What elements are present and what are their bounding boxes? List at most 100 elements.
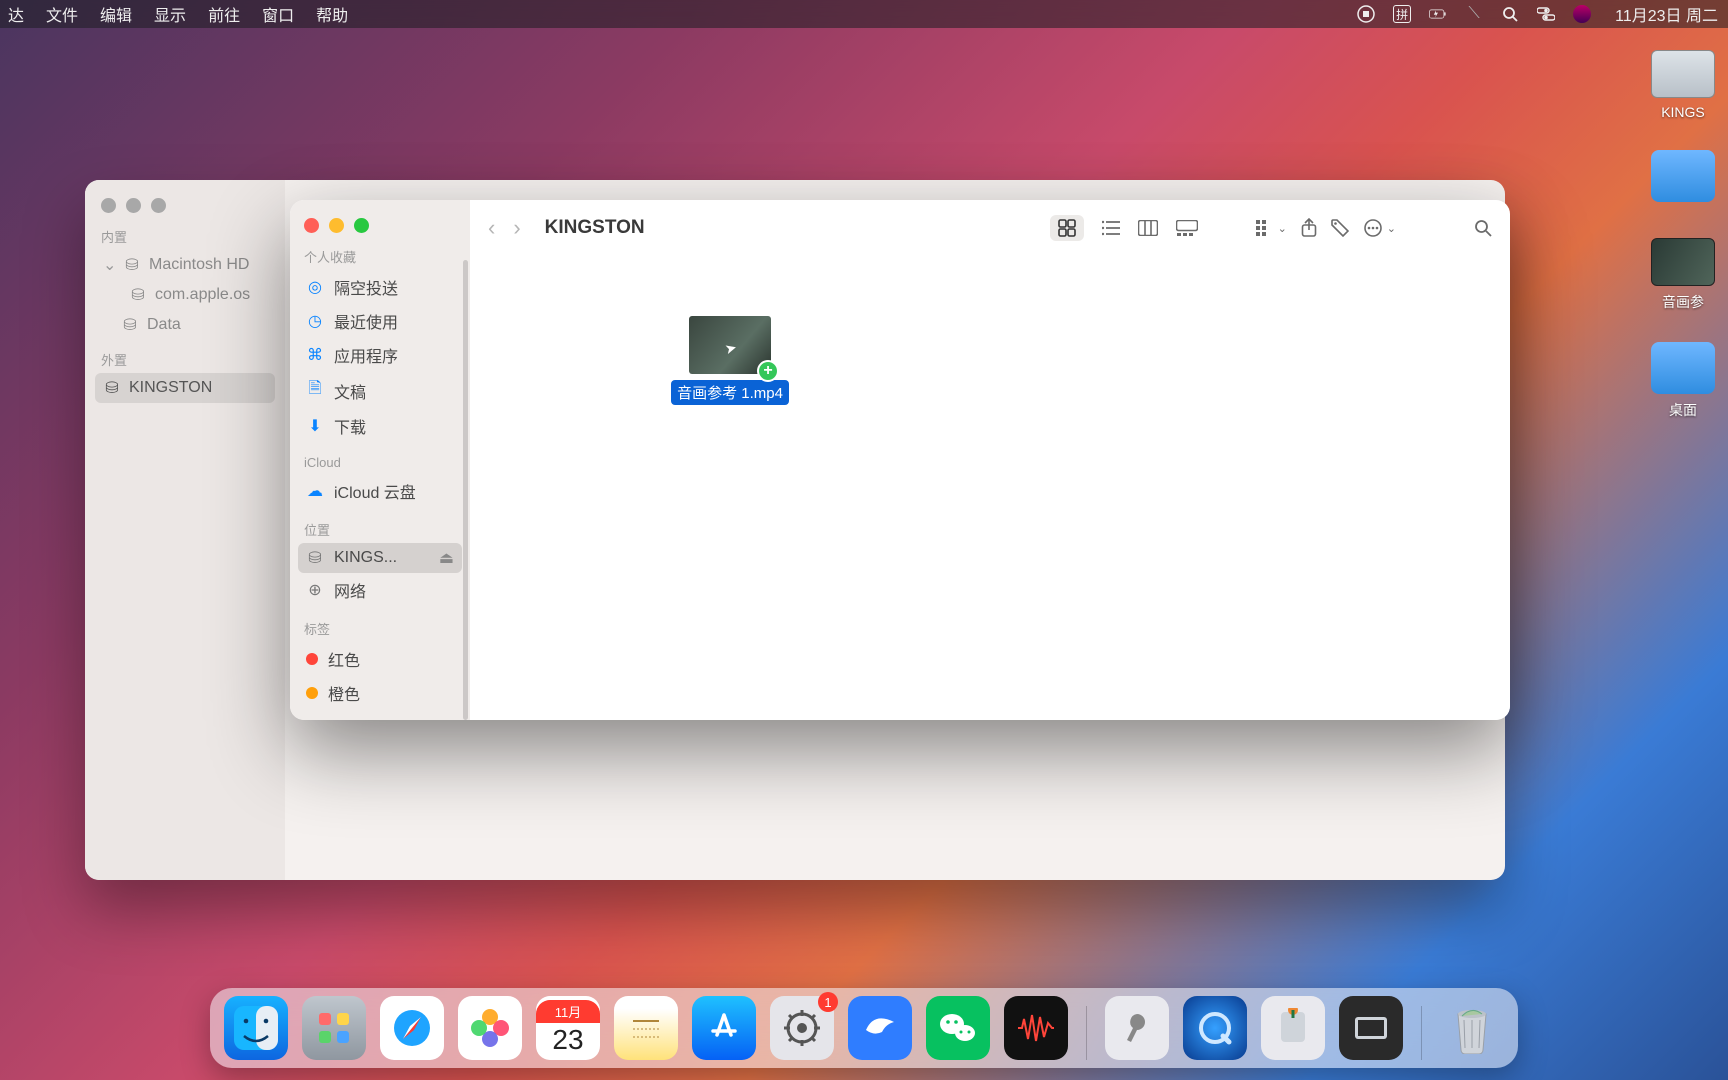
back-sidebar: 内置 ⌄⛁Macintosh HD ⛁com.apple.os ⛁Data 外置… (85, 180, 285, 880)
back-item-kingston[interactable]: ⛁KINGSTON (95, 373, 275, 403)
nav-back-button[interactable]: ‹ (488, 215, 495, 241)
back-item-comapple[interactable]: ⛁com.apple.os (95, 280, 275, 310)
back-section-external: 外置 (101, 350, 275, 369)
dock-settings[interactable]: 1 (770, 996, 834, 1060)
section-tags: 标签 (304, 619, 462, 638)
nav-forward-button[interactable]: › (513, 215, 520, 241)
dock: 11月 23 1 (210, 988, 1518, 1068)
dock-quicktime[interactable] (1183, 996, 1247, 1060)
section-icloud: iCloud (304, 455, 462, 470)
back-section-internal: 内置 (101, 227, 275, 246)
menu-file[interactable]: 文件 (46, 2, 78, 26)
battery-icon[interactable] (1429, 5, 1447, 23)
front-traffic-lights (304, 218, 462, 233)
share-button[interactable] (1301, 218, 1317, 238)
bluetooth-off-icon[interactable]: ⟍ (1465, 5, 1483, 23)
back-zoom-button[interactable] (151, 198, 166, 213)
finder-window-front[interactable]: 个人收藏 ◎隔空投送 ◷最近使用 ⌘应用程序 🗎文稿 ⬇下载 iCloud ☁i… (290, 200, 1510, 720)
desktop-folder-1[interactable] (1643, 150, 1723, 208)
view-switcher (1050, 215, 1198, 241)
sidebar-downloads[interactable]: ⬇下载 (298, 409, 462, 443)
sidebar-icloud-drive[interactable]: ☁iCloud 云盘 (298, 474, 462, 508)
menu-go[interactable]: 前往 (208, 2, 240, 26)
view-icons-button[interactable] (1050, 215, 1084, 241)
file-area[interactable]: ➤ + 音画参考 1.mp4 (470, 256, 1510, 720)
dock-app-util[interactable] (1105, 996, 1169, 1060)
sidebar-documents[interactable]: 🗎文稿 (298, 372, 462, 409)
zoom-button[interactable] (354, 218, 369, 233)
close-button[interactable] (304, 218, 319, 233)
dock-appstore[interactable] (692, 996, 756, 1060)
view-columns-button[interactable] (1138, 220, 1158, 236)
disk-icon: ⛁ (123, 255, 141, 275)
disk-icon: ⛁ (103, 378, 121, 398)
control-center-icon[interactable] (1537, 5, 1555, 23)
disk-icon: ⛁ (121, 315, 139, 335)
dock-photos[interactable] (458, 996, 522, 1060)
clock-icon: ◷ (306, 311, 324, 331)
back-item-data[interactable]: ⛁Data (95, 310, 275, 340)
dock-separator-2 (1421, 1006, 1422, 1060)
dock-calendar[interactable]: 11月 23 (536, 996, 600, 1060)
network-icon: ⊕ (306, 580, 324, 600)
back-minimize-button[interactable] (126, 198, 141, 213)
sidebar-tag-red[interactable]: 红色 (298, 642, 462, 676)
sidebar-network[interactable]: ⊕网络 (298, 573, 462, 607)
desktop-folder-2[interactable]: 桌面 (1643, 342, 1723, 420)
dock-feishu[interactable] (848, 996, 912, 1060)
desktop-drive-label: KINGS (1643, 104, 1723, 120)
desktop-video[interactable]: 音画参 (1643, 238, 1723, 312)
sidebar-recents[interactable]: ◷最近使用 (298, 304, 462, 338)
front-sidebar: 个人收藏 ◎隔空投送 ◷最近使用 ⌘应用程序 🗎文稿 ⬇下载 iCloud ☁i… (290, 200, 470, 720)
sidebar-kingston[interactable]: ⛁KINGS...⏏ (298, 543, 462, 573)
menubar-datetime[interactable]: 11月23日 周二 (1615, 2, 1718, 26)
back-traffic-lights (101, 198, 275, 213)
dock-wechat[interactable] (926, 996, 990, 1060)
menu-edit[interactable]: 编辑 (100, 2, 132, 26)
app-menu[interactable]: 达 (8, 2, 24, 26)
dock-notes[interactable] (614, 996, 678, 1060)
dock-safari[interactable] (380, 996, 444, 1060)
input-method-icon[interactable]: 拼 (1393, 5, 1411, 23)
disk-icon: ⛁ (129, 285, 147, 305)
dock-diskutil[interactable] (1261, 996, 1325, 1060)
eject-icon[interactable]: ⏏ (439, 548, 454, 568)
minimize-button[interactable] (329, 218, 344, 233)
search-button[interactable] (1474, 219, 1492, 237)
view-gallery-button[interactable] (1176, 220, 1198, 236)
dock-app-reader[interactable] (1339, 996, 1403, 1060)
menu-window[interactable]: 窗口 (262, 2, 294, 26)
drag-cursor-icon: ➤ (723, 339, 739, 358)
tag-button[interactable] (1331, 219, 1349, 237)
desktop-drive[interactable]: KINGS (1643, 50, 1723, 120)
dock-trash[interactable] (1440, 996, 1504, 1060)
dock-voicememo[interactable] (1004, 996, 1068, 1060)
view-list-button[interactable] (1102, 220, 1120, 236)
stop-record-icon[interactable] (1357, 5, 1375, 23)
spotlight-icon[interactable] (1501, 5, 1519, 23)
dock-separator (1086, 1006, 1087, 1060)
apps-icon: ⌘ (306, 345, 324, 365)
user-icon[interactable] (1573, 5, 1591, 23)
front-main: ‹ › KINGSTON (470, 200, 1510, 720)
section-locations: 位置 (304, 520, 462, 539)
back-item-mac-hd[interactable]: ⌄⛁Macintosh HD (95, 250, 275, 280)
more-actions-button[interactable]: ⌄ (1363, 218, 1396, 238)
dock-finder[interactable] (224, 996, 288, 1060)
menu-view[interactable]: 显示 (154, 2, 186, 26)
desktop-folder-label: 桌面 (1643, 400, 1723, 420)
sidebar-tag-orange[interactable]: 橙色 (298, 676, 462, 710)
settings-badge: 1 (818, 992, 838, 1012)
back-close-button[interactable] (101, 198, 116, 213)
desktop-video-label: 音画参 (1643, 292, 1723, 312)
menu-help[interactable]: 帮助 (316, 2, 348, 26)
group-by-button[interactable]: ⌄ (1256, 220, 1287, 236)
dock-launchpad[interactable] (302, 996, 366, 1060)
sidebar-applications[interactable]: ⌘应用程序 (298, 338, 462, 372)
sidebar-airdrop[interactable]: ◎隔空投送 (298, 270, 462, 304)
file-item[interactable]: ➤ + 音画参考 1.mp4 (670, 316, 790, 405)
file-name-label[interactable]: 音画参考 1.mp4 (671, 380, 789, 405)
sidebar-scrollbar[interactable] (463, 260, 468, 720)
desktop-icons: KINGS 音画参 桌面 (1638, 50, 1728, 420)
cal-day: 23 (552, 1023, 583, 1057)
